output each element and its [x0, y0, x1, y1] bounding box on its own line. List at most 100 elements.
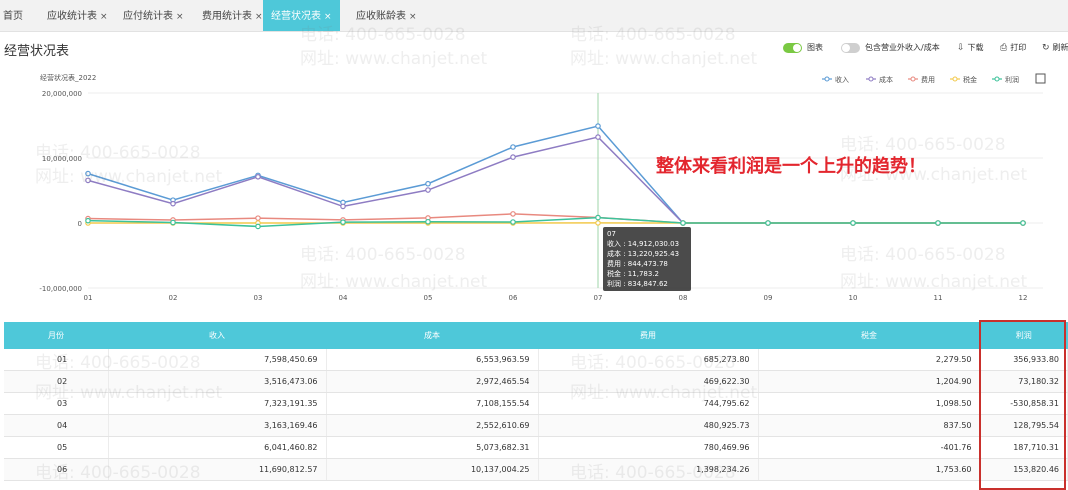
- cell-tax: 1,753.60: [758, 459, 980, 481]
- header-expense: 费用: [538, 322, 758, 349]
- tab-home[interactable]: 首页: [3, 0, 23, 31]
- tab-label: 应收统计表: [47, 11, 97, 22]
- data-point: [936, 221, 940, 225]
- data-point: [596, 135, 600, 139]
- refresh-label: 刷新: [1053, 42, 1068, 53]
- cell-profit: 153,820.46: [980, 459, 1068, 481]
- header-cost: 成本: [326, 322, 538, 349]
- cell-cost: 10,137,004.25: [326, 459, 538, 481]
- data-point: [511, 155, 515, 159]
- cell-cost: 2,972,465.54: [326, 371, 538, 393]
- data-point: [426, 182, 430, 186]
- include-nonoperating-toggle[interactable]: 包含营业外收入/成本: [841, 42, 940, 53]
- print-button[interactable]: ⎙打印: [1000, 42, 1026, 53]
- tab-receivable-aging[interactable]: 应收账龄表×: [356, 0, 417, 31]
- cell-month: 01: [4, 349, 108, 371]
- close-icon[interactable]: ×: [409, 12, 417, 22]
- series-line: [88, 137, 1023, 223]
- close-icon[interactable]: ×: [324, 12, 332, 22]
- refresh-icon: ↻: [1042, 43, 1050, 53]
- tab-expense-stats[interactable]: 费用统计表×: [202, 0, 263, 31]
- chart-svg: 20,000,00010,000,0000-10,000,00001020304…: [0, 66, 1068, 310]
- data-point: [511, 220, 515, 224]
- cell-month: 04: [4, 415, 108, 437]
- tab-receivable-stats[interactable]: 应收统计表×: [47, 0, 108, 31]
- tab-business-status[interactable]: 经营状况表×: [263, 0, 340, 31]
- cell-income: 11,690,812.57: [108, 459, 326, 481]
- line-chart: 20,000,00010,000,0000-10,000,00001020304…: [0, 66, 1068, 310]
- close-icon[interactable]: ×: [255, 12, 263, 22]
- cell-income: 7,323,191.35: [108, 393, 326, 415]
- x-tick-label: 02: [169, 294, 178, 302]
- series-line: [88, 214, 1023, 223]
- x-tick-label: 11: [934, 294, 943, 302]
- cell-profit: 187,710.31: [980, 437, 1068, 459]
- cell-expense: 469,622.30: [538, 371, 758, 393]
- tooltip-line: 费用 : 844,473.78: [607, 259, 687, 269]
- table-row: 03 7,323,191.35 7,108,155.54 744,795.62 …: [4, 393, 1068, 415]
- tab-payable-stats[interactable]: 应付统计表×: [123, 0, 184, 31]
- cell-month: 03: [4, 393, 108, 415]
- print-label: 打印: [1010, 42, 1026, 53]
- download-button[interactable]: ⇩下载: [957, 42, 984, 53]
- cell-tax: -401.76: [758, 437, 980, 459]
- data-point: [341, 204, 345, 208]
- legend-marker: [869, 77, 873, 81]
- legend-label: 利润: [1005, 75, 1019, 84]
- cell-cost: 5,073,682.31: [326, 437, 538, 459]
- data-point: [511, 145, 515, 149]
- data-point: [426, 220, 430, 224]
- tooltip-line: 收入 : 14,912,030.03: [607, 239, 687, 249]
- x-tick-label: 06: [509, 294, 518, 302]
- x-tick-label: 07: [594, 294, 603, 302]
- close-icon[interactable]: ×: [100, 12, 108, 22]
- cell-income: 7,598,450.69: [108, 349, 326, 371]
- include-toggle-switch[interactable]: [841, 43, 860, 53]
- data-point: [1021, 221, 1025, 225]
- legend-marker: [825, 77, 829, 81]
- legend-label: 税金: [963, 75, 977, 84]
- data-point: [341, 220, 345, 224]
- table-row: 01 7,598,450.69 6,553,963.59 685,273.80 …: [4, 349, 1068, 371]
- tooltip-month: 07: [607, 229, 687, 239]
- data-point: [681, 221, 685, 225]
- data-point: [86, 171, 90, 175]
- cell-tax: 837.50: [758, 415, 980, 437]
- refresh-button[interactable]: ↻刷新: [1042, 42, 1068, 53]
- table-header-row: 月份 收入 成本 费用 税金 利润: [4, 322, 1068, 349]
- cell-month: 02: [4, 371, 108, 393]
- cell-month: 06: [4, 459, 108, 481]
- trend-annotation: 整体来看利润是一个上升的趋势！: [656, 152, 926, 178]
- x-tick-label: 01: [84, 294, 93, 302]
- cell-tax: 1,204.90: [758, 371, 980, 393]
- chart-toggle-switch[interactable]: [783, 43, 802, 53]
- y-tick-label: 0: [78, 220, 82, 228]
- download-icon: ⇩: [957, 43, 965, 53]
- tab-label: 应付统计表: [123, 11, 173, 22]
- x-tick-label: 10: [849, 294, 858, 302]
- data-point: [256, 175, 260, 179]
- print-icon: ⎙: [1000, 43, 1007, 53]
- tab-label: 应收账龄表: [356, 11, 406, 22]
- cell-cost: 2,552,610.69: [326, 415, 538, 437]
- x-tick-label: 09: [764, 294, 773, 302]
- legend-label: 成本: [879, 75, 893, 84]
- cell-profit: 128,795.54: [980, 415, 1068, 437]
- cell-expense: 685,273.80: [538, 349, 758, 371]
- chart-toggle[interactable]: 图表: [783, 42, 823, 53]
- table-row: 02 3,516,473.06 2,972,465.54 469,622.30 …: [4, 371, 1068, 393]
- cell-income: 6,041,460.82: [108, 437, 326, 459]
- cell-tax: 2,279.50: [758, 349, 980, 371]
- cell-profit: 73,180.32: [980, 371, 1068, 393]
- cell-profit: -530,858.31: [980, 393, 1068, 415]
- cell-income: 3,516,473.06: [108, 371, 326, 393]
- x-tick-label: 04: [339, 294, 348, 302]
- cell-month: 05: [4, 437, 108, 459]
- legend-marker: [995, 77, 999, 81]
- tooltip-line: 利润 : 834,847.62: [607, 279, 687, 289]
- cell-income: 3,163,169.46: [108, 415, 326, 437]
- download-label: 下载: [968, 42, 984, 53]
- close-icon[interactable]: ×: [176, 12, 184, 22]
- tab-label: 费用统计表: [202, 11, 252, 22]
- data-point: [171, 220, 175, 224]
